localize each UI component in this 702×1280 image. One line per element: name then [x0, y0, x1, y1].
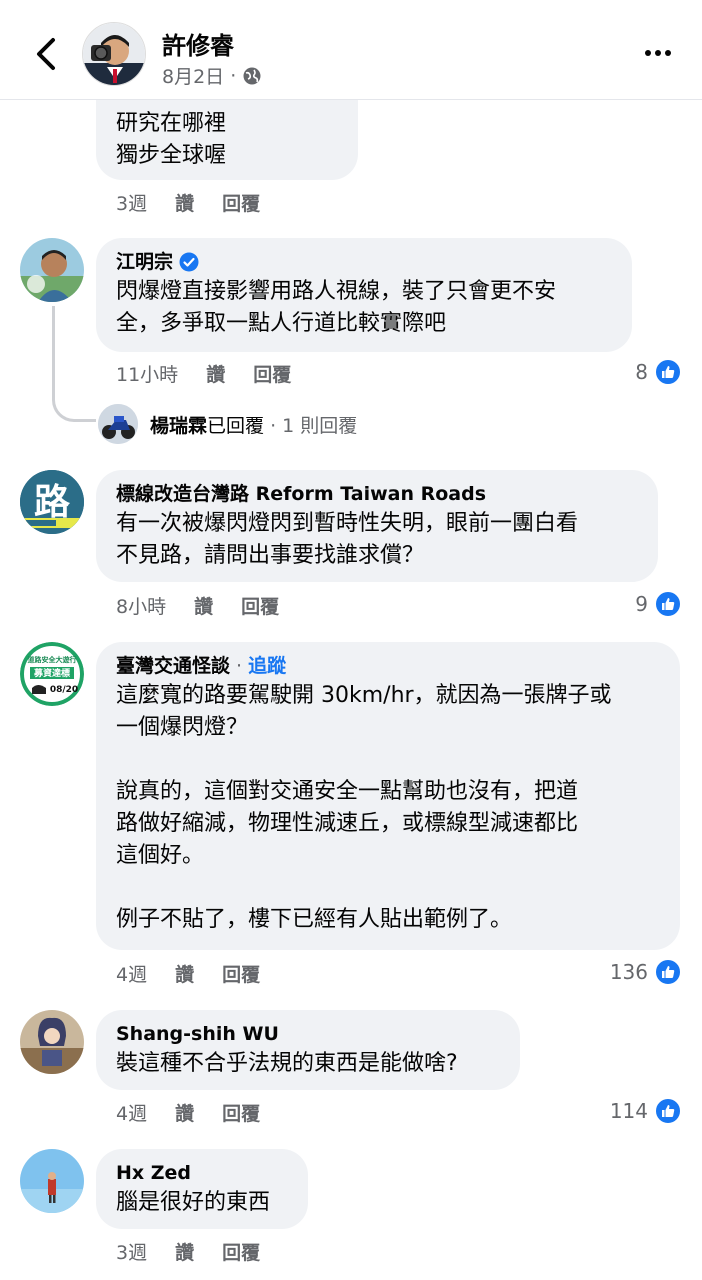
comment-meta: 8小時 讚 回覆 [116, 592, 307, 619]
comment-time[interactable]: 11小時 [116, 360, 178, 387]
reply-avatar [98, 404, 138, 444]
reaction-number: 114 [609, 1099, 648, 1123]
reply-button[interactable]: 回覆 [222, 1099, 260, 1126]
like-button[interactable]: 讚 [175, 1099, 194, 1126]
thumbs-up-icon [654, 1097, 682, 1125]
reply-button[interactable]: 回覆 [222, 1238, 260, 1265]
more-dot-icon [665, 50, 671, 56]
commenter-avatar[interactable] [20, 1010, 84, 1074]
author-name[interactable]: 江明宗 [116, 248, 173, 276]
more-dot-icon [645, 50, 651, 56]
svg-text:08/20: 08/20 [50, 685, 78, 695]
reply-button[interactable]: 回覆 [222, 189, 260, 216]
thumbs-up-icon [654, 958, 682, 986]
author-separator: · [236, 655, 243, 677]
reply-text: 楊瑞霖已回覆 · 1 則回覆 [150, 411, 357, 438]
comment-author[interactable]: 標線改造台灣路 Reform Taiwan Roads [116, 480, 638, 508]
reply-button[interactable]: 回覆 [253, 360, 291, 387]
commenter-avatar[interactable]: 道路安全大遊行 募資達標 08/20 [20, 642, 84, 706]
verified-badge-icon [179, 252, 199, 272]
commenter-avatar[interactable]: 路 [20, 470, 84, 534]
comment-meta: 11小時 讚 回覆 [116, 360, 319, 387]
comment-text: 裝這種不合乎法規的東西是能做啥? [116, 1051, 458, 1076]
svg-text:募資達標: 募資達標 [33, 667, 70, 679]
comment-meta: 4週 讚 回覆 [116, 1099, 288, 1126]
like-button[interactable]: 讚 [175, 189, 194, 216]
post-header: 許修睿 8月2日 · [0, 0, 702, 100]
comment-bubble: 江明宗 閃爆燈直接影響用路人視線，裝了只會更不安 全，多爭取一點人行道比較實際吧 [96, 238, 632, 352]
reply-button[interactable]: 回覆 [241, 592, 279, 619]
comment-time[interactable]: 4週 [116, 960, 147, 987]
like-button[interactable]: 讚 [206, 360, 225, 387]
reply-count: · 1 則回覆 [270, 414, 358, 437]
comment-author[interactable]: Shang-shih WU [116, 1020, 500, 1048]
globe-icon [243, 67, 261, 84]
like-button[interactable]: 讚 [194, 592, 213, 619]
comment-author[interactable]: Hx Zed [116, 1159, 288, 1187]
svg-text:道路安全大遊行: 道路安全大遊行 [28, 655, 77, 664]
reaction-count[interactable]: 114 [610, 1097, 682, 1125]
comment-bubble: Shang-shih WU 裝這種不合乎法規的東西是能做啥? [96, 1010, 520, 1090]
comment-text: 有一次被爆閃燈閃到暫時性失明，眼前一團白看 不見路，請問出事要找誰求償？ [116, 511, 579, 568]
view-replies-link[interactable]: 楊瑞霖已回覆 · 1 則回覆 [98, 404, 357, 444]
reply-button[interactable]: 回覆 [222, 960, 260, 987]
follow-button[interactable]: 追蹤 [248, 652, 286, 680]
comment-time[interactable]: 3週 [116, 189, 147, 216]
commenter-avatar[interactable] [20, 1149, 84, 1213]
thread-connector [52, 306, 96, 422]
thumbs-up-icon [654, 590, 682, 618]
post-meta: 8月2日 · [162, 62, 262, 89]
comment-bubble: 臺灣交通怪談 · 追蹤 這麼寬的路要駕駛開 30km/hr，就因為一張牌子或 一… [96, 642, 680, 950]
comment-time[interactable]: 8小時 [116, 592, 166, 619]
reply-action: 已回覆 [207, 414, 265, 437]
reaction-count[interactable]: 136 [610, 958, 682, 986]
like-button[interactable]: 讚 [175, 1238, 194, 1265]
comment-text: 閃爆燈直接影響用路人視線，裝了只會更不安 全，多爭取一點人行道比較實際吧 [116, 279, 557, 336]
author-name[interactable]: 臺灣交通怪談 [116, 652, 230, 680]
reaction-number: 8 [635, 360, 648, 384]
thumbs-up-icon [654, 358, 682, 386]
comment-text: 這麼寬的路要駕駛開 30km/hr，就因為一張牌子或 一個爆閃燈？ 說真的，這個… [116, 683, 612, 932]
post-date[interactable]: 8月2日 [162, 62, 224, 89]
reaction-count[interactable]: 9 [635, 590, 682, 618]
author-name[interactable]: 許修睿 [162, 26, 234, 61]
comment-time[interactable]: 4週 [116, 1099, 147, 1126]
comment-time[interactable]: 3週 [116, 1238, 147, 1265]
commenter-avatar[interactable] [20, 238, 84, 302]
comment-meta: 4週 讚 回覆 [116, 960, 288, 987]
author-avatar[interactable] [82, 22, 146, 86]
reaction-count[interactable]: 8 [635, 358, 682, 386]
meta-separator: · [230, 64, 237, 87]
comment-meta: 3週 讚 回覆 [116, 189, 288, 216]
comment-bubble: 標線改造台灣路 Reform Taiwan Roads 有一次被爆閃燈閃到暫時性… [96, 470, 658, 582]
comment-meta: 3週 讚 回覆 [116, 1238, 288, 1265]
comment-author[interactable]: 江明宗 [116, 248, 612, 276]
comment-bubble: Hx Zed 腦是很好的東西 [96, 1149, 308, 1229]
comment-text: 腦是很好的東西 [116, 1190, 271, 1215]
comment-text: 研究在哪裡 獨步全球喔 [116, 111, 227, 168]
chevron-left-icon [37, 38, 55, 70]
like-button[interactable]: 讚 [175, 960, 194, 987]
reply-author: 楊瑞霖 [150, 414, 208, 437]
reaction-number: 136 [609, 960, 648, 984]
reaction-number: 9 [635, 592, 648, 616]
svg-text:路: 路 [34, 482, 71, 523]
back-button[interactable] [28, 34, 64, 74]
comment-author: 臺灣交通怪談 · 追蹤 [116, 652, 660, 680]
more-options-button[interactable] [638, 38, 678, 68]
more-dot-icon [655, 50, 661, 56]
